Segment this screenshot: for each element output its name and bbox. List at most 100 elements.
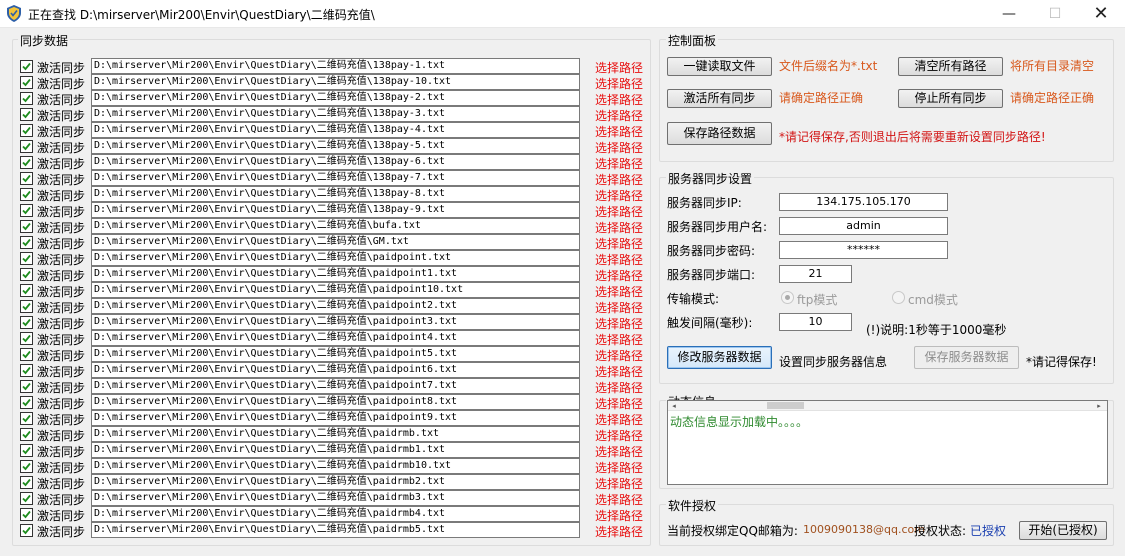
checkmark-icon — [22, 206, 31, 215]
sync-path-field[interactable]: D:\mirserver\Mir200\Envir\QuestDiary\二维码… — [91, 58, 580, 74]
server-password-field[interactable]: ****** — [779, 241, 948, 259]
sync-path-field[interactable]: D:\mirserver\Mir200\Envir\QuestDiary\二维码… — [91, 74, 580, 90]
activate-sync-checkbox[interactable] — [20, 172, 33, 185]
modify-server-button[interactable]: 修改服务器数据 — [667, 346, 772, 369]
sync-path-field[interactable]: D:\mirserver\Mir200\Envir\QuestDiary\二维码… — [91, 170, 580, 186]
activate-sync-checkbox[interactable] — [20, 124, 33, 137]
activate-sync-checkbox[interactable] — [20, 316, 33, 329]
sync-path-field[interactable]: D:\mirserver\Mir200\Envir\QuestDiary\二维码… — [91, 378, 580, 394]
sync-path-field[interactable]: D:\mirserver\Mir200\Envir\QuestDiary\二维码… — [91, 282, 580, 298]
activate-sync-checkbox[interactable] — [20, 236, 33, 249]
activate-sync-checkbox[interactable] — [20, 76, 33, 89]
sync-row: 激活同步 D:\mirserver\Mir200\Envir\QuestDiary… — [20, 250, 650, 267]
close-button[interactable]: ✕ — [1078, 0, 1124, 28]
activate-sync-checkbox[interactable] — [20, 348, 33, 361]
save-server-button[interactable]: 保存服务器数据 — [914, 346, 1019, 369]
sync-path-field[interactable]: D:\mirserver\Mir200\Envir\QuestDiary\二维码… — [91, 90, 580, 106]
checkmark-icon — [22, 174, 31, 183]
sync-row: 激活同步 D:\mirserver\Mir200\Envir\QuestDiary… — [20, 522, 650, 540]
log-horizontal-scrollbar[interactable]: ◂ ▸ — [668, 401, 1107, 411]
sync-path-field[interactable]: D:\mirserver\Mir200\Envir\QuestDiary\二维码… — [91, 234, 580, 250]
sync-path-field[interactable]: D:\mirserver\Mir200\Envir\QuestDiary\二维码… — [91, 186, 580, 202]
activate-all-sync-button[interactable]: 激活所有同步 — [667, 89, 772, 108]
sync-path-field[interactable]: D:\mirserver\Mir200\Envir\QuestDiary\二维码… — [91, 138, 580, 154]
activate-sync-checkbox[interactable] — [20, 188, 33, 201]
sync-path-field[interactable]: D:\mirserver\Mir200\Envir\QuestDiary\二维码… — [91, 426, 580, 442]
activate-sync-checkbox[interactable] — [20, 268, 33, 281]
activate-sync-checkbox[interactable] — [20, 396, 33, 409]
control-panel-legend: 控制面板 — [666, 32, 719, 49]
activate-sync-checkbox[interactable] — [20, 428, 33, 441]
scroll-right-icon[interactable]: ▸ — [1093, 401, 1105, 411]
activate-sync-checkbox[interactable] — [20, 140, 33, 153]
sync-path-field[interactable]: D:\mirserver\Mir200\Envir\QuestDiary\二维码… — [91, 490, 580, 506]
server-user-field[interactable]: admin — [779, 217, 948, 235]
activate-sync-checkbox[interactable] — [20, 444, 33, 457]
sync-path-field[interactable]: D:\mirserver\Mir200\Envir\QuestDiary\二维码… — [91, 474, 580, 490]
sync-path-field[interactable]: D:\mirserver\Mir200\Envir\QuestDiary\二维码… — [91, 410, 580, 426]
checkmark-icon — [22, 126, 31, 135]
sync-row: 激活同步 D:\mirserver\Mir200\Envir\QuestDiary… — [20, 314, 650, 331]
stop-all-sync-button[interactable]: 停止所有同步 — [898, 89, 1003, 108]
sync-path-field[interactable]: D:\mirserver\Mir200\Envir\QuestDiary\二维码… — [91, 314, 580, 330]
sync-row: 激活同步 D:\mirserver\Mir200\Envir\QuestDiary… — [20, 282, 650, 299]
sync-path-field[interactable]: D:\mirserver\Mir200\Envir\QuestDiary\二维码… — [91, 346, 580, 362]
sync-path-field[interactable]: D:\mirserver\Mir200\Envir\QuestDiary\二维码… — [91, 218, 580, 234]
scrollbar-thumb[interactable] — [767, 402, 804, 409]
checkmark-icon — [22, 510, 31, 519]
activate-sync-checkbox[interactable] — [20, 524, 33, 537]
scroll-left-icon[interactable]: ◂ — [668, 401, 680, 411]
sync-path-field[interactable]: D:\mirserver\Mir200\Envir\QuestDiary\二维码… — [91, 330, 580, 346]
checkmark-icon — [22, 78, 31, 87]
sync-path-field[interactable]: D:\mirserver\Mir200\Envir\QuestDiary\二维码… — [91, 122, 580, 138]
activate-sync-checkbox[interactable] — [20, 460, 33, 473]
activate-sync-checkbox[interactable] — [20, 220, 33, 233]
sync-path-field[interactable]: D:\mirserver\Mir200\Envir\QuestDiary\二维码… — [91, 362, 580, 378]
ftp-mode-radio[interactable] — [781, 291, 794, 304]
activate-sync-checkbox[interactable] — [20, 364, 33, 377]
sync-row: 激活同步 D:\mirserver\Mir200\Envir\QuestDiary… — [20, 330, 650, 347]
activate-sync-checkbox[interactable] — [20, 252, 33, 265]
clear-all-paths-button[interactable]: 清空所有路径 — [898, 57, 1003, 76]
sync-path-field[interactable]: D:\mirserver\Mir200\Envir\QuestDiary\二维码… — [91, 506, 580, 522]
sync-path-field[interactable]: D:\mirserver\Mir200\Envir\QuestDiary\二维码… — [91, 266, 580, 282]
read-all-files-button[interactable]: 一键读取文件 — [667, 57, 772, 76]
sync-path-field[interactable]: D:\mirserver\Mir200\Envir\QuestDiary\二维码… — [91, 458, 580, 474]
activate-sync-checkbox[interactable] — [20, 60, 33, 73]
interval-field[interactable]: 10 — [779, 313, 852, 331]
activate-sync-checkbox[interactable] — [20, 332, 33, 345]
sync-path-field[interactable]: D:\mirserver\Mir200\Envir\QuestDiary\二维码… — [91, 202, 580, 218]
activate-sync-checkbox[interactable] — [20, 92, 33, 105]
sync-path-field[interactable]: D:\mirserver\Mir200\Envir\QuestDiary\二维码… — [91, 442, 580, 458]
log-textbox[interactable]: ◂ ▸ 动态信息显示加载中。。。。 — [667, 400, 1108, 485]
log-text: 动态信息显示加载中。。。。 — [670, 415, 809, 429]
sync-path-field[interactable]: D:\mirserver\Mir200\Envir\QuestDiary\二维码… — [91, 522, 580, 538]
server-port-field[interactable]: 21 — [779, 265, 852, 283]
sync-path-field[interactable]: D:\mirserver\Mir200\Envir\QuestDiary\二维码… — [91, 250, 580, 266]
activate-sync-checkbox[interactable] — [20, 108, 33, 121]
sync-path-field[interactable]: D:\mirserver\Mir200\Envir\QuestDiary\二维码… — [91, 394, 580, 410]
activate-sync-checkbox[interactable] — [20, 380, 33, 393]
activate-sync-checkbox[interactable] — [20, 156, 33, 169]
server-ip-field[interactable]: 134.175.105.170 — [779, 193, 948, 211]
sync-path-field[interactable]: D:\mirserver\Mir200\Envir\QuestDiary\二维码… — [91, 106, 580, 122]
select-path-link[interactable]: 选择路径 — [595, 523, 643, 540]
activate-sync-checkbox[interactable] — [20, 204, 33, 217]
activate-sync-checkbox[interactable] — [20, 284, 33, 297]
minimize-button[interactable]: — — [986, 0, 1032, 28]
start-licensed-button[interactable]: 开始(已授权) — [1019, 521, 1107, 540]
save-paths-button[interactable]: 保存路径数据 — [667, 122, 772, 145]
sync-row: 激活同步 D:\mirserver\Mir200\Envir\QuestDiary… — [20, 202, 650, 219]
activate-sync-checkbox[interactable] — [20, 508, 33, 521]
license-email-label: 当前授权绑定QQ邮箱为: — [667, 524, 798, 538]
cmd-mode-radio[interactable] — [892, 291, 905, 304]
activate-sync-checkbox[interactable] — [20, 412, 33, 425]
sync-path-field[interactable]: D:\mirserver\Mir200\Envir\QuestDiary\二维码… — [91, 154, 580, 170]
checkmark-icon — [22, 382, 31, 391]
maximize-button[interactable]: ☐ — [1032, 0, 1078, 28]
interval-label: 触发间隔(毫秒): — [667, 316, 753, 330]
activate-sync-checkbox[interactable] — [20, 476, 33, 489]
sync-path-field[interactable]: D:\mirserver\Mir200\Envir\QuestDiary\二维码… — [91, 298, 580, 314]
activate-sync-checkbox[interactable] — [20, 492, 33, 505]
activate-sync-checkbox[interactable] — [20, 300, 33, 313]
